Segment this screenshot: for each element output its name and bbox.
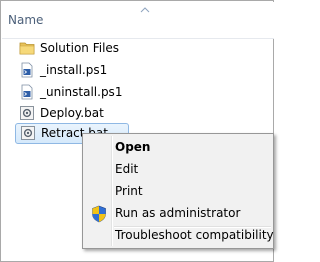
menu-item-label: Edit bbox=[115, 162, 139, 176]
file-row-install-ps1[interactable]: _install.ps1 bbox=[15, 60, 265, 81]
ps1-file-icon bbox=[21, 62, 33, 78]
file-row-deploy-bat[interactable]: Deploy.bat bbox=[15, 103, 265, 124]
file-name: _install.ps1 bbox=[40, 63, 108, 77]
file-name: _uninstall.ps1 bbox=[40, 85, 123, 99]
file-row-solution-files[interactable]: Solution Files bbox=[15, 38, 265, 59]
menu-item-edit[interactable]: Edit bbox=[85, 159, 271, 181]
bat-file-icon bbox=[21, 126, 35, 140]
menu-item-print[interactable]: Print bbox=[85, 181, 271, 203]
context-menu: Open Edit Print Run as administrator Tro… bbox=[82, 133, 274, 249]
menu-item-label: Print bbox=[115, 184, 143, 198]
bat-file-icon bbox=[20, 106, 34, 120]
menu-item-label: Open bbox=[115, 140, 151, 154]
menu-item-label: Troubleshoot compatibility bbox=[115, 228, 274, 242]
file-name: Deploy.bat bbox=[40, 106, 104, 120]
ps1-file-icon bbox=[21, 84, 33, 100]
folder-icon bbox=[19, 42, 35, 55]
menu-item-troubleshoot-compatibility[interactable]: Troubleshoot compatibility bbox=[85, 225, 274, 247]
menu-item-label: Run as administrator bbox=[115, 206, 241, 220]
file-name: Solution Files bbox=[40, 41, 120, 55]
menu-item-run-as-administrator[interactable]: Run as administrator bbox=[85, 203, 271, 225]
file-row-uninstall-ps1[interactable]: _uninstall.ps1 bbox=[15, 82, 265, 103]
menu-item-open[interactable]: Open bbox=[85, 137, 271, 159]
name-column-header[interactable]: Name bbox=[8, 13, 43, 27]
sort-ascending-icon bbox=[140, 7, 150, 13]
column-header: Name bbox=[2, 2, 274, 39]
explorer-file-list: Name Solution Files _install.ps1 _uninst… bbox=[0, 0, 274, 262]
uac-shield-icon bbox=[92, 205, 106, 223]
